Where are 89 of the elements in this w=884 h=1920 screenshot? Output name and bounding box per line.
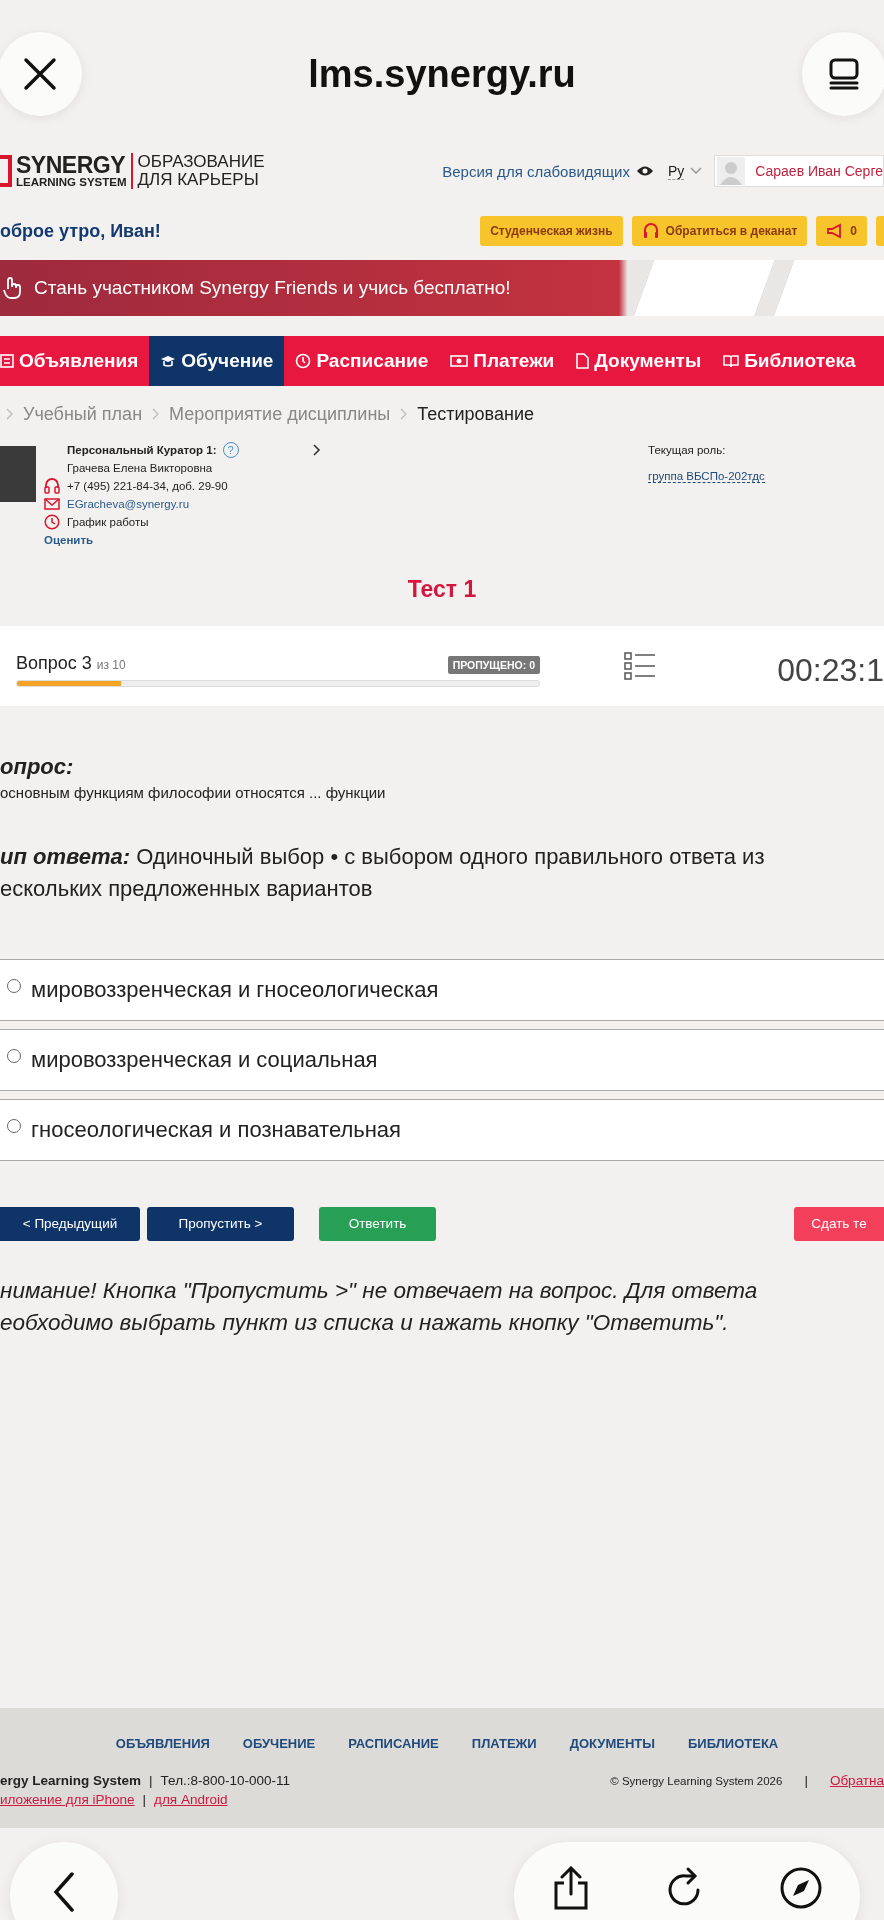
- warning-text: нимание! Кнопка "Пропустить >" не отвечает на вопрос. Для ответа: [0, 1276, 759, 1305]
- quick-button[interactable]: Студенческая жизнь: [480, 216, 623, 246]
- hand-pointer-icon: [2, 277, 22, 299]
- question-heading: опрос:: [0, 754, 75, 780]
- feedback-link[interactable]: Обратна: [829, 1773, 884, 1788]
- answer-type-label: ип ответа:: [0, 844, 131, 869]
- nav-tab[interactable]: Обучение: [149, 336, 285, 386]
- radio-button[interactable]: [7, 1048, 21, 1063]
- quick-button[interactable]: Обратиться в деканат: [631, 216, 808, 246]
- phone-number: Тел.:8-800-10-000-11: [160, 1773, 291, 1788]
- skipped-badge: ПРОПУЩЕНО: 0: [447, 656, 540, 674]
- answer-type-text: ескольких предложенных вариантов: [0, 874, 374, 903]
- footer-link[interactable]: ОБУЧЕНИЕ: [242, 1736, 316, 1751]
- android-app-link[interactable]: для Android: [154, 1792, 228, 1807]
- graduation-cap-icon: [160, 354, 177, 368]
- answer-option[interactable]: мировоззренческая и гносеологическая: [0, 958, 884, 1021]
- test-title: Тест 1: [406, 576, 478, 604]
- promo-banner[interactable]: Стань участником Synergy Friends и учись бесплатно!: [0, 260, 884, 316]
- headset-icon: [44, 478, 60, 494]
- greeting-text: оброе утро, Иван!: [0, 220, 161, 242]
- tagline: ОБРАЗОВАНИЕ: [137, 153, 265, 171]
- logo-subtext: LEARNING SYSTEM: [16, 176, 127, 189]
- accessibility-link[interactable]: Версия для слабовидящих: [442, 162, 630, 180]
- action-button[interactable]: Ответить: [319, 1206, 436, 1241]
- footer-link[interactable]: ПЛАТЕЖИ: [471, 1736, 537, 1751]
- curator-phone: +7 (495) 221-84-34, доб. 29-90: [67, 480, 228, 492]
- chevron-down-icon: [690, 167, 703, 175]
- tagline: ДЛЯ КАРЬЕРЫ: [137, 171, 260, 189]
- curator-email[interactable]: EGracheva@synergy.ru: [67, 498, 190, 510]
- chevron-right-icon: [6, 408, 13, 420]
- language-select[interactable]: Ру: [667, 162, 685, 180]
- address-title[interactable]: lms.synergy.ru: [308, 52, 576, 96]
- chevron-right-icon: [152, 408, 160, 420]
- quick-button[interactable]: 0: [816, 216, 867, 246]
- footer-link[interactable]: БИБЛИОТЕКА: [688, 1736, 779, 1751]
- clock-icon: [295, 353, 312, 369]
- nav-tab[interactable]: Платежи: [439, 336, 566, 386]
- separator: |: [142, 1792, 147, 1807]
- logo-icon: [0, 155, 12, 187]
- eye-icon: [635, 165, 654, 177]
- document-icon: [576, 353, 590, 369]
- headset-icon: [641, 222, 660, 240]
- curator-title: Персональный Куратор 1:: [67, 444, 217, 456]
- question-text: основным функциям философии относятся ... функции: [0, 784, 387, 801]
- separator: |: [804, 1773, 808, 1788]
- breadcrumb-link[interactable]: Тестирование: [417, 403, 534, 425]
- compass-icon[interactable]: [779, 1866, 824, 1910]
- warning-text: еобходимо выбрать пункт из списка и нажать кнопку "Ответить".: [0, 1309, 730, 1338]
- nav-tab[interactable]: Библиотека: [712, 336, 867, 386]
- curator-name: Грачева Елена Викторовна: [66, 462, 214, 474]
- radio-button[interactable]: [7, 978, 21, 993]
- schedule-link[interactable]: График работы: [67, 516, 149, 528]
- copyright-text: © Synergy Learning System 2026: [610, 1774, 783, 1787]
- mail-icon: [44, 498, 60, 510]
- action-button[interactable]: Пропустить >: [147, 1206, 294, 1241]
- back-button[interactable]: [10, 1842, 118, 1920]
- question-list-icon[interactable]: [624, 652, 656, 680]
- nav-tab[interactable]: Документы: [565, 336, 713, 386]
- action-button[interactable]: < Предыдущий: [0, 1206, 140, 1241]
- iphone-app-link[interactable]: иложение для iPhone: [0, 1792, 135, 1807]
- question-total: из 10: [96, 658, 126, 672]
- list-icon: [0, 354, 14, 368]
- role-link[interactable]: группа ВБСПо-202тдс: [648, 470, 765, 483]
- close-icon: [23, 57, 57, 91]
- footer-link[interactable]: ДОКУМЕНТЫ: [569, 1736, 655, 1751]
- footer-link[interactable]: РАСПИСАНИЕ: [348, 1736, 439, 1751]
- book-icon: [723, 354, 740, 368]
- answer-option[interactable]: гносеологическая и познавательная: [0, 1098, 884, 1161]
- clock-icon: [44, 514, 60, 530]
- answer-option[interactable]: мировоззренческая и социальная: [0, 1028, 884, 1091]
- logo-text: SYNERGY: [16, 153, 126, 177]
- banknote-icon: [450, 354, 469, 368]
- chevron-right-icon: [400, 408, 408, 420]
- radio-button[interactable]: [7, 1118, 21, 1133]
- rate-link[interactable]: Оценить: [44, 534, 604, 546]
- tabs-icon: [827, 57, 861, 91]
- question-number: Вопрос 3: [16, 653, 92, 674]
- nav-tab[interactable]: Объявления: [0, 336, 150, 386]
- photo-placeholder: [0, 446, 36, 502]
- separator: |: [149, 1773, 153, 1788]
- chevron-right-icon[interactable]: [312, 444, 321, 456]
- timer: 00:23:1: [777, 650, 884, 689]
- footer-link[interactable]: ОБЪЯВЛЕНИЯ: [115, 1736, 210, 1751]
- company-name: ergy Learning System: [0, 1773, 142, 1788]
- nav-tab[interactable]: Расписание: [284, 336, 440, 386]
- role-label: Текущая роль:: [648, 444, 727, 456]
- answer-type-text: Одиночный выбор • с выбором одного правильного ответа из: [136, 844, 765, 869]
- action-button[interactable]: Сдать те: [794, 1206, 884, 1241]
- avatar-icon: [717, 157, 746, 185]
